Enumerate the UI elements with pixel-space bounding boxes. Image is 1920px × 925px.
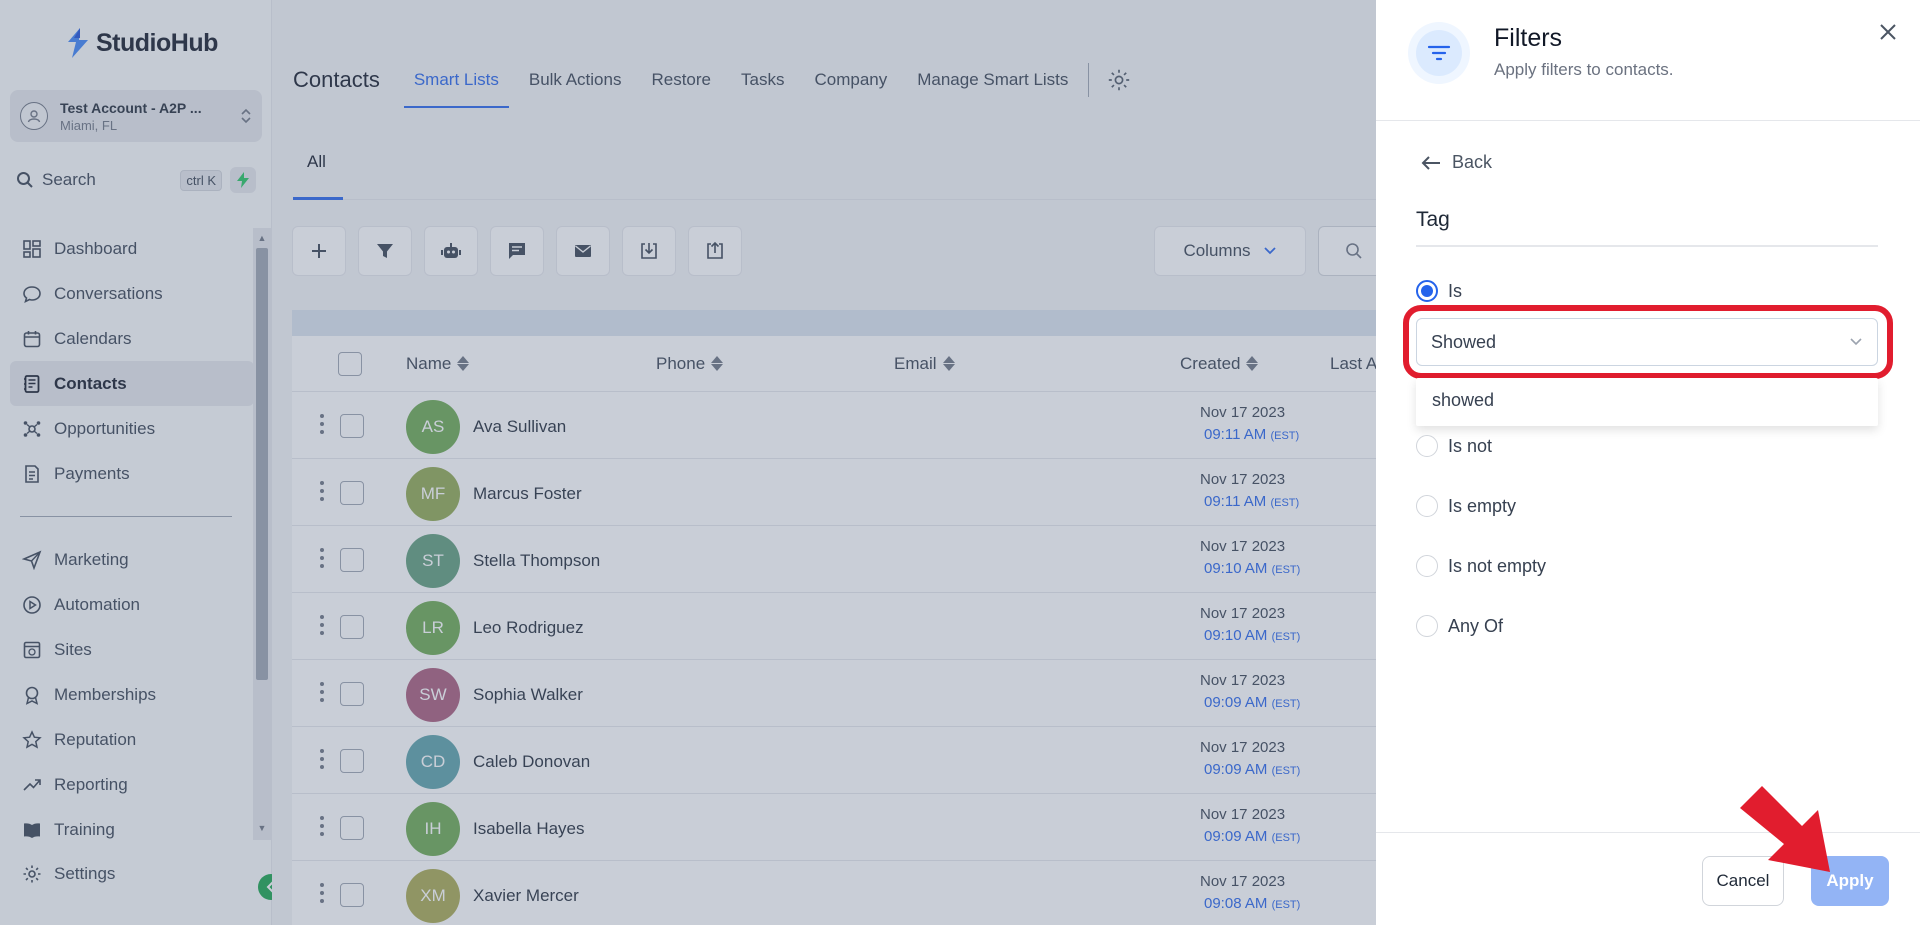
modal-backdrop[interactable] bbox=[0, 0, 1376, 925]
radio-button[interactable] bbox=[1416, 615, 1438, 637]
dropdown-option[interactable]: showed bbox=[1432, 390, 1862, 411]
radio-button[interactable] bbox=[1416, 435, 1438, 457]
radio-is-not-empty[interactable]: Is not empty bbox=[1416, 555, 1546, 577]
radio-is[interactable]: Is bbox=[1416, 280, 1462, 302]
close-icon[interactable] bbox=[1876, 20, 1900, 44]
radio-label: Is bbox=[1448, 280, 1463, 301]
filter-field-label: Tag bbox=[1416, 208, 1450, 231]
radio-button[interactable] bbox=[1416, 555, 1438, 577]
radio-any-of[interactable]: Any Of bbox=[1416, 615, 1503, 637]
radio-button[interactable] bbox=[1416, 280, 1438, 302]
filters-title: Filters bbox=[1494, 24, 1563, 52]
filters-header: Filters Apply filters to contacts. bbox=[1376, 0, 1920, 121]
radio-is-not[interactable]: Is not bbox=[1416, 435, 1492, 457]
back-label: Back bbox=[1452, 152, 1493, 172]
field-divider bbox=[1416, 245, 1878, 247]
annotation-highlight-box bbox=[1403, 305, 1893, 379]
radio-button[interactable] bbox=[1416, 495, 1438, 517]
tag-dropdown-menu: showed bbox=[1416, 378, 1878, 426]
arrow-left-icon bbox=[1421, 155, 1440, 170]
annotation-arrow-icon bbox=[1740, 786, 1850, 886]
radio-is-empty[interactable]: Is empty bbox=[1416, 495, 1516, 517]
radio-label: Is not empty bbox=[1448, 555, 1547, 576]
filter-lines-icon bbox=[1408, 22, 1470, 84]
back-button[interactable]: Back bbox=[1420, 152, 1492, 173]
radio-label: Is empty bbox=[1448, 495, 1517, 516]
radio-label: Is not bbox=[1448, 435, 1493, 456]
filters-subtitle: Apply filters to contacts. bbox=[1494, 60, 1674, 79]
radio-label: Any Of bbox=[1448, 615, 1504, 636]
